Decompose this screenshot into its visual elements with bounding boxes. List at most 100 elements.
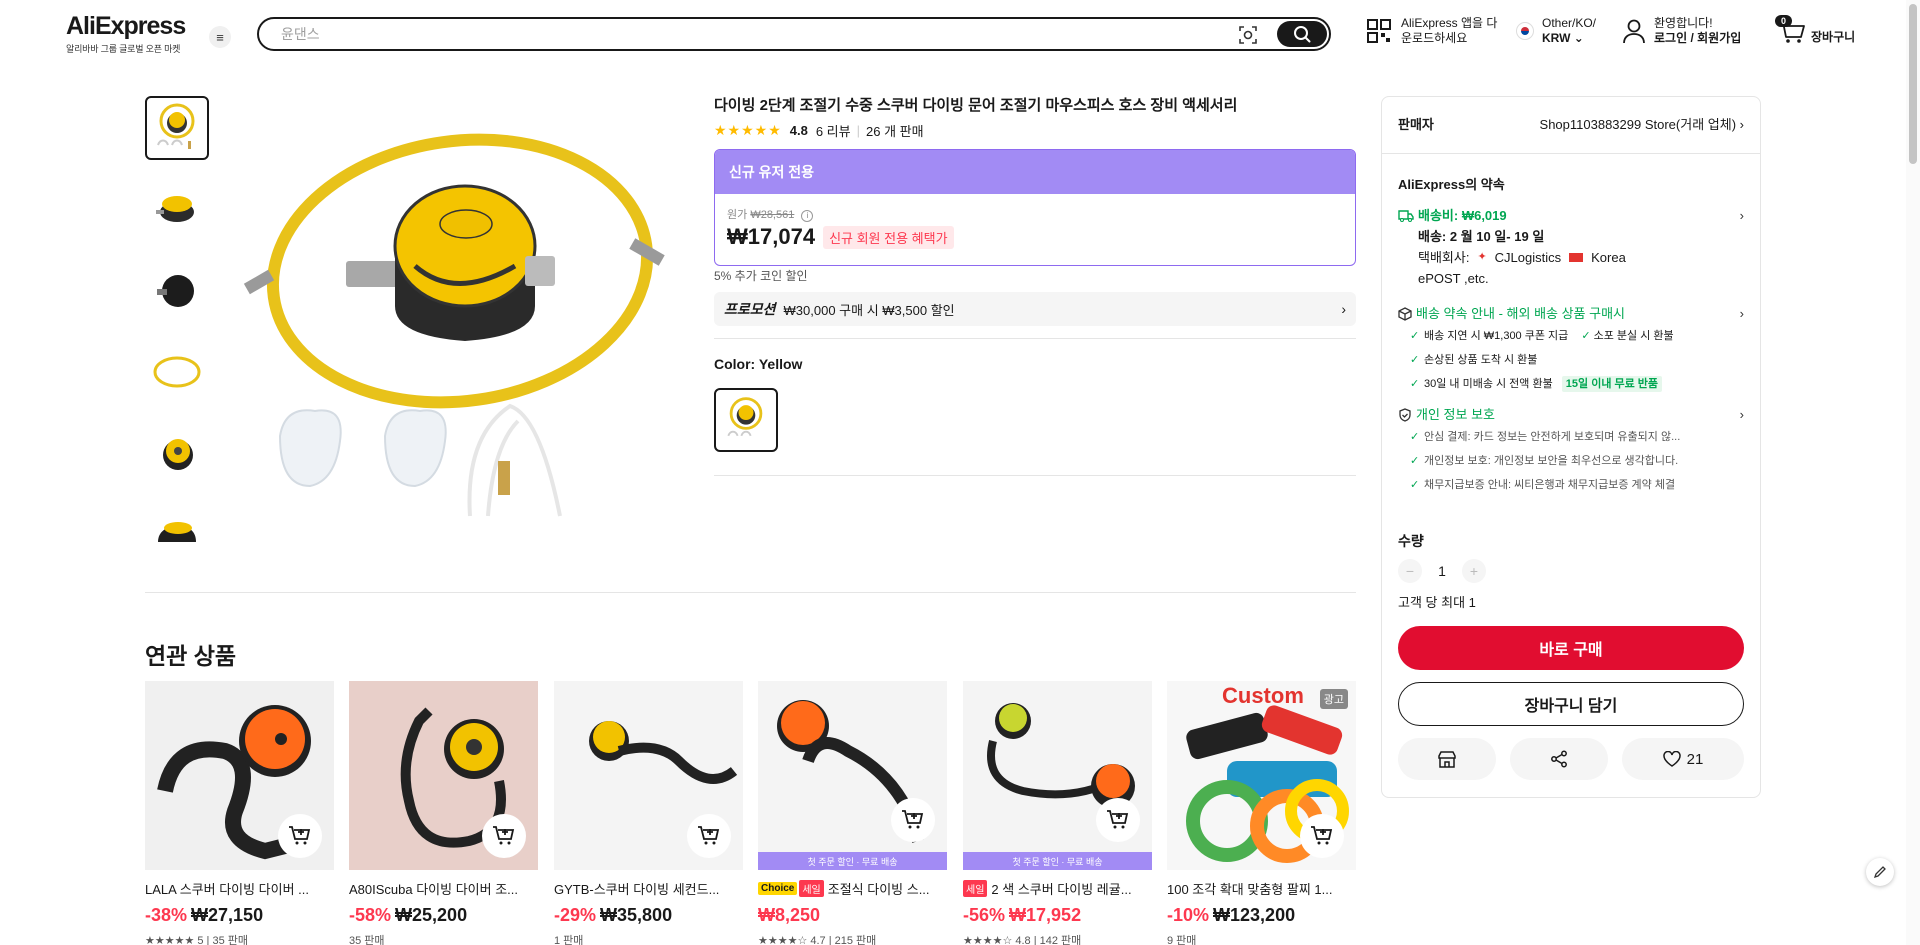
locale-line1: Other/KO/ [1542,16,1597,30]
rating-stars-icon: ★★★★★ [714,122,782,138]
pencil-icon [1873,866,1886,879]
guarantee-text-4: 30일 내 미배송 시 전액 환불 [1424,378,1553,390]
product-image[interactable]: 첫 주문 할인 · 무료 배송 [758,681,947,870]
buy-now-button[interactable]: 바로 구매 [1398,626,1744,670]
rating-row: ★★★★★ 4.8 6 리뷰 | 26 개 판매 [714,121,924,140]
related-product-card[interactable]: A80IScuba 다이빙 다이버 조... -58% ₩25,200 35 판매 [349,681,538,945]
price-value: ₩123,200 [1213,905,1296,925]
search-button[interactable] [1277,21,1327,47]
app-download[interactable]: AliExpress 앱을 다 운로드하세요 [1366,16,1497,46]
product-name-text: 조절식 다이빙 스... [827,882,930,897]
related-product-card[interactable]: 첫 주문 할인 · 무료 배송 Choice 세일 조절식 다이빙 스... ₩8,… [758,681,947,945]
thumbnail-4[interactable] [145,339,209,403]
product-image[interactable] [349,681,538,870]
shipping-fee-row[interactable]: 배송비: ₩6,019 › [1398,205,1744,226]
product-name-text: 2 색 스쿠버 다이빙 레귤... [991,882,1132,897]
thumbnail-5[interactable] [145,420,209,484]
seller-name-link[interactable]: Shop1103883299 Store(거래 업체) [1540,117,1737,132]
divider [1382,153,1760,154]
discount-percent: -58% [349,905,392,925]
guarantee-text-2: 소포 분실 시 환불 [1593,330,1674,342]
add-to-cart-button[interactable] [482,814,526,858]
aliexpress-logo[interactable]: AliExpress 알리바바 그룹 글로벌 오픈 마켓 [66,12,186,55]
store-button[interactable] [1398,738,1496,780]
product-image[interactable] [554,681,743,870]
scrollbar-thumb[interactable] [1909,4,1917,164]
add-to-cart-button[interactable] [278,814,322,858]
main-product-image[interactable] [240,96,710,546]
thumbnail-3[interactable] [145,258,209,322]
share-button[interactable] [1510,738,1608,780]
account-menu[interactable]: 환영합니다! 로그인 / 회원가입 [1622,16,1741,46]
price-box: 신규 유저 전용 원가 ₩28,561 i ₩17,074 신규 회원 전용 혜… [714,149,1356,266]
product-image[interactable]: 첫 주문 할인 · 무료 배송 [963,681,1152,870]
current-price: ₩17,074 [727,224,816,249]
wishlist-button[interactable]: 21 [1622,738,1744,780]
guarantee-item: 30일 내 미배송 시 전액 환불 15일 이내 무료 반품 [1398,372,1744,396]
search-input[interactable] [281,26,1181,42]
menu-icon[interactable]: ≡ [209,26,231,48]
review-count-link[interactable]: 6 리뷰 [816,121,851,140]
add-to-cart-button[interactable] [1300,814,1344,858]
search-bar [257,17,1331,51]
seller-row[interactable]: 판매자 Shop1103883299 Store(거래 업체) › [1398,114,1744,133]
product-name[interactable]: A80IScuba 다이빙 다이버 조... [349,879,538,898]
swatch-image [727,397,763,437]
product-meta: ★★★★☆ 4.8 | 142 판매 [963,935,1082,945]
privacy-row[interactable]: 개인 정보 보호 › [1398,404,1744,425]
product-name[interactable]: GYTB-스쿠버 다이빙 세컨드... [554,879,743,898]
guarantee-text-1: 배송 지연 시 ₩1,300 쿠폰 지급 [1424,330,1569,342]
free-return-tag: 15일 이내 무료 반품 [1561,376,1663,392]
delivery-guarantee-row[interactable]: 배송 약속 안내 - 해외 배송 상품 구매시 › [1398,303,1744,324]
price-value: ₩25,200 [395,905,468,925]
related-product-card[interactable]: LALA 스쿠버 다이빙 다이버 ... -38% ₩27,150 ★★★★★ 5… [145,681,334,945]
thumbnail-1[interactable] [145,96,209,160]
quantity-label: 수량 [1398,533,1424,549]
carrier-name-2: Korea [1591,250,1626,265]
add-to-cart-button[interactable] [1096,798,1140,842]
add-to-cart-button[interactable] [687,814,731,858]
thumbnail-6[interactable] [145,501,209,565]
cart-label: 장바구니 [1811,29,1856,44]
product-name[interactable]: 100 조각 확대 맞춤형 팔찌 1... [1167,879,1356,898]
related-product-card[interactable]: Custom 광고 100 조각 확대 맞춤형 팔찌 1... -10% ₩123… [1167,681,1356,945]
cart-count-badge: 0 [1775,15,1793,27]
related-product-card[interactable]: GYTB-스쿠버 다이빙 세컨드... -29% ₩35,800 1 판매 [554,681,743,945]
login-signup-link[interactable]: 로그인 / 회원가입 [1654,31,1741,46]
coin-discount-note: 5% 추가 코인 할인 [714,269,808,283]
quantity-value[interactable]: 1 [1422,563,1462,579]
product-name[interactable]: Choice 세일 조절식 다이빙 스... [758,879,947,898]
thumbnail-2[interactable] [145,177,209,241]
product-image[interactable]: Custom 광고 [1167,681,1356,870]
logo-text: AliExpress [66,12,186,40]
chevron-down-icon: ⌄ [1573,31,1584,45]
add-to-cart-main-button[interactable]: 장바구니 담기 [1398,682,1744,726]
image-search-icon[interactable] [1237,24,1259,46]
info-icon[interactable]: i [801,210,814,222]
quantity-decrease-button[interactable]: − [1398,559,1422,583]
carrier-row: 택배회사: ✦ CJLogistics Korea [1398,247,1744,268]
related-product-card[interactable]: 첫 주문 할인 · 무료 배송 세일 2 색 스쿠버 다이빙 레귤... -56%… [963,681,1152,945]
add-to-cart-button[interactable] [891,798,935,842]
regulator-side-thumbnail-image [156,196,194,222]
product-image[interactable] [145,681,334,870]
store-icon [1438,751,1456,768]
page-scrollbar[interactable] [1906,0,1920,945]
color-swatch-yellow[interactable] [714,388,778,452]
product-price: -58% ₩25,200 [349,905,538,926]
quantity-increase-button[interactable]: + [1462,559,1486,583]
sold-count: 26 개 판매 [866,124,924,139]
feedback-edit-button[interactable] [1866,858,1894,886]
related-products-title: 연관 상품 [145,643,237,669]
chevron-right-icon: › [1739,117,1744,132]
rating-value: 4.8 [789,123,808,138]
product-name[interactable]: 세일 2 색 스쿠버 다이빙 레귤... [963,879,1152,898]
welcome-text: 환영합니다! [1654,16,1713,30]
currency-label: KRW [1542,31,1571,45]
promotion-row[interactable]: 프로모션 ₩30,000 구매 시 ₩3,500 할인 › [714,292,1356,326]
sale-badge: 세일 [963,880,988,897]
locale-selector[interactable]: Other/KO/ KRW ⌄ [1516,16,1596,46]
heart-icon [1662,751,1681,767]
product-name[interactable]: LALA 스쿠버 다이빙 다이버 ... [145,879,334,898]
carrier-label: 택배회사: [1418,250,1470,265]
